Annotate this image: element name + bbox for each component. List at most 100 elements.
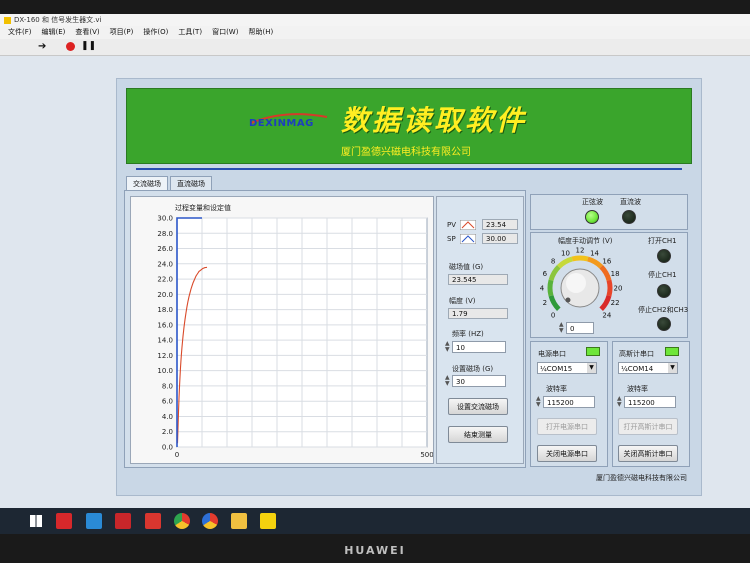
tab-bar: 交流磁场 直流磁场 xyxy=(126,176,214,191)
setfield-input[interactable]: 30 xyxy=(452,375,506,387)
chart-frame: 过程变量和设定值 0.0 2.0 4.0 6.0 8.0 10.0 12.0 14.0 16.0… xyxy=(130,196,434,464)
knob-highlight xyxy=(566,273,586,293)
gauss-port-value: COM14 xyxy=(627,365,654,373)
setfield-spinner[interactable]: ▲ ▼ xyxy=(445,375,452,387)
dc-led[interactable] xyxy=(622,210,636,224)
end-measure-button[interactable]: 结束测量 xyxy=(448,426,508,443)
knob-value-input[interactable]: 0 xyxy=(566,322,594,334)
x-tick-label: 0 xyxy=(175,451,179,459)
gauss-port-select[interactable]: ¼COM14 ▼ xyxy=(618,362,678,374)
gauss-port-led xyxy=(665,347,679,356)
taskbar-folder-icon[interactable] xyxy=(231,513,247,529)
pv-value: 23.54 xyxy=(482,219,518,230)
knob-scale-arc xyxy=(606,279,613,297)
knob-scale-arc xyxy=(586,256,603,269)
tab-dc-field[interactable]: 直流磁场 xyxy=(170,176,212,191)
sp-legend-swatch-icon xyxy=(460,234,476,244)
close-gauss-port-button[interactable]: 关闭高斯计串口 xyxy=(618,445,678,462)
ch1-stop-led[interactable] xyxy=(657,284,671,298)
taskbar-wps-icon[interactable] xyxy=(115,513,131,529)
knob-tick-label: 12 xyxy=(576,247,585,255)
open-power-port-button[interactable]: 打开电源串口 xyxy=(537,418,597,435)
sine-led[interactable] xyxy=(585,210,599,224)
y-tick-label: 12.0 xyxy=(157,352,173,360)
abort-icon[interactable] xyxy=(66,42,75,51)
gauss-baud-label: 波特率 xyxy=(627,385,648,393)
power-port-title: 电源串口 xyxy=(538,350,566,358)
knob-scale-arc xyxy=(547,279,554,297)
knob-spinner[interactable]: ▲ ▼ xyxy=(559,322,566,334)
set-ac-field-button[interactable]: 设置交流磁场 xyxy=(448,398,508,415)
freq-input[interactable]: 10 xyxy=(452,341,506,353)
sp-legend-label: SP xyxy=(447,235,456,243)
toolbar: ➔ ❚❚ xyxy=(0,39,750,56)
run-arrow-icon[interactable]: ➔ xyxy=(38,41,46,52)
close-power-port-button[interactable]: 关闭电源串口 xyxy=(537,445,597,462)
amplitude-knob[interactable]: 0246810 12 141618202224 xyxy=(534,246,624,332)
amp-value: 1.79 xyxy=(448,308,508,319)
menu-file[interactable]: 文件(F) xyxy=(8,26,32,39)
company-name: 厦门盈德兴磁电科技有限公司 xyxy=(341,147,471,158)
y-tick-label: 28.0 xyxy=(157,230,173,238)
power-baud-spinner[interactable]: ▲ ▼ xyxy=(536,396,543,408)
taskbar-chrome-icon[interactable] xyxy=(174,513,190,529)
tab-ac-field[interactable]: 交流磁场 xyxy=(126,176,168,191)
knob-tick-label: 6 xyxy=(543,270,548,278)
y-tick-label: 14.0 xyxy=(157,337,173,345)
menu-edit[interactable]: 编辑(E) xyxy=(42,26,66,39)
power-port-select[interactable]: ¼COM15 ▼ xyxy=(537,362,597,374)
taskbar-browser-icon[interactable] xyxy=(202,513,218,529)
x-tick-label: 500 xyxy=(420,451,433,459)
taskbar-pdf-icon[interactable] xyxy=(145,513,161,529)
gauss-port-title: 高斯计串口 xyxy=(619,350,654,358)
footer-company: 厦门盈德兴磁电科技有限公司 xyxy=(596,474,687,482)
menu-operate[interactable]: 操作(O) xyxy=(143,26,168,39)
y-tick-label: 18.0 xyxy=(157,306,173,314)
y-tick-label: 26.0 xyxy=(157,245,173,253)
freq-spinner[interactable]: ▲ ▼ xyxy=(445,341,452,353)
ch23-stop-led[interactable] xyxy=(657,317,671,331)
ch23-stop-label: 停止CH2和CH3 xyxy=(638,306,689,314)
knob-scale-arc xyxy=(599,265,612,282)
y-tick-label: 8.0 xyxy=(162,382,173,390)
y-tick-label: 6.0 xyxy=(162,398,173,406)
open-gauss-port-button[interactable]: 打开高斯计串口 xyxy=(618,418,678,435)
amp-label: 幅度 (V) xyxy=(449,297,476,305)
knob-scale-arc xyxy=(557,256,574,269)
knob-scale-arc xyxy=(548,294,561,311)
menu-bar: 文件(F) 编辑(E) 查看(V) 项目(P) 操作(O) 工具(T) 窗口(W… xyxy=(0,26,750,39)
taskbar-labview-icon[interactable] xyxy=(260,513,276,529)
knob-tick-label: 10 xyxy=(561,249,570,257)
menu-window[interactable]: 窗口(W) xyxy=(212,26,238,39)
windows-start-icon[interactable] xyxy=(30,515,42,527)
pv-legend-label: PV xyxy=(447,221,457,229)
knob-tick-label: 4 xyxy=(540,285,545,293)
knob-scale-arc xyxy=(548,265,561,282)
freq-label: 频率 (HZ) xyxy=(452,330,484,338)
chart-plot: 0.0 2.0 4.0 6.0 8.0 10.0 12.0 14.0 16.0 18.0 20.0 2… xyxy=(157,215,433,460)
pause-icon[interactable]: ❚❚ xyxy=(81,41,96,51)
knob-scale-arc xyxy=(599,294,612,311)
gauss-baud-spinner[interactable]: ▲ ▼ xyxy=(617,396,624,408)
y-tick-label: 10.0 xyxy=(157,367,173,375)
power-baud-input[interactable]: 115200 xyxy=(543,396,595,408)
menu-help[interactable]: 帮助(H) xyxy=(248,26,273,39)
taskbar xyxy=(0,508,750,534)
ch1-open-led[interactable] xyxy=(657,249,671,263)
sine-label: 正弦波 xyxy=(582,198,603,206)
gauss-baud-input[interactable]: 115200 xyxy=(624,396,676,408)
y-tick-label: 20.0 xyxy=(157,291,173,299)
taskbar-app-blue-icon[interactable] xyxy=(86,513,102,529)
setfield-label: 设置磁场 (G) xyxy=(452,365,494,373)
banner: DEXINMAG 数据读取软件 厦门盈德兴磁电科技有限公司 xyxy=(126,88,692,164)
divider-line xyxy=(136,168,682,170)
menu-project[interactable]: 项目(P) xyxy=(110,26,134,39)
knob-tick-label: 22 xyxy=(611,299,620,307)
pv-legend-swatch-icon xyxy=(460,220,476,230)
window-titlebar: DX-160 和 信号发生器文.vi xyxy=(0,14,750,26)
menu-view[interactable]: 查看(V) xyxy=(75,26,99,39)
knob-tick-label: 20 xyxy=(614,285,623,293)
app-icon xyxy=(4,16,11,24)
taskbar-app-red-icon[interactable] xyxy=(56,513,72,529)
menu-tools[interactable]: 工具(T) xyxy=(178,26,202,39)
